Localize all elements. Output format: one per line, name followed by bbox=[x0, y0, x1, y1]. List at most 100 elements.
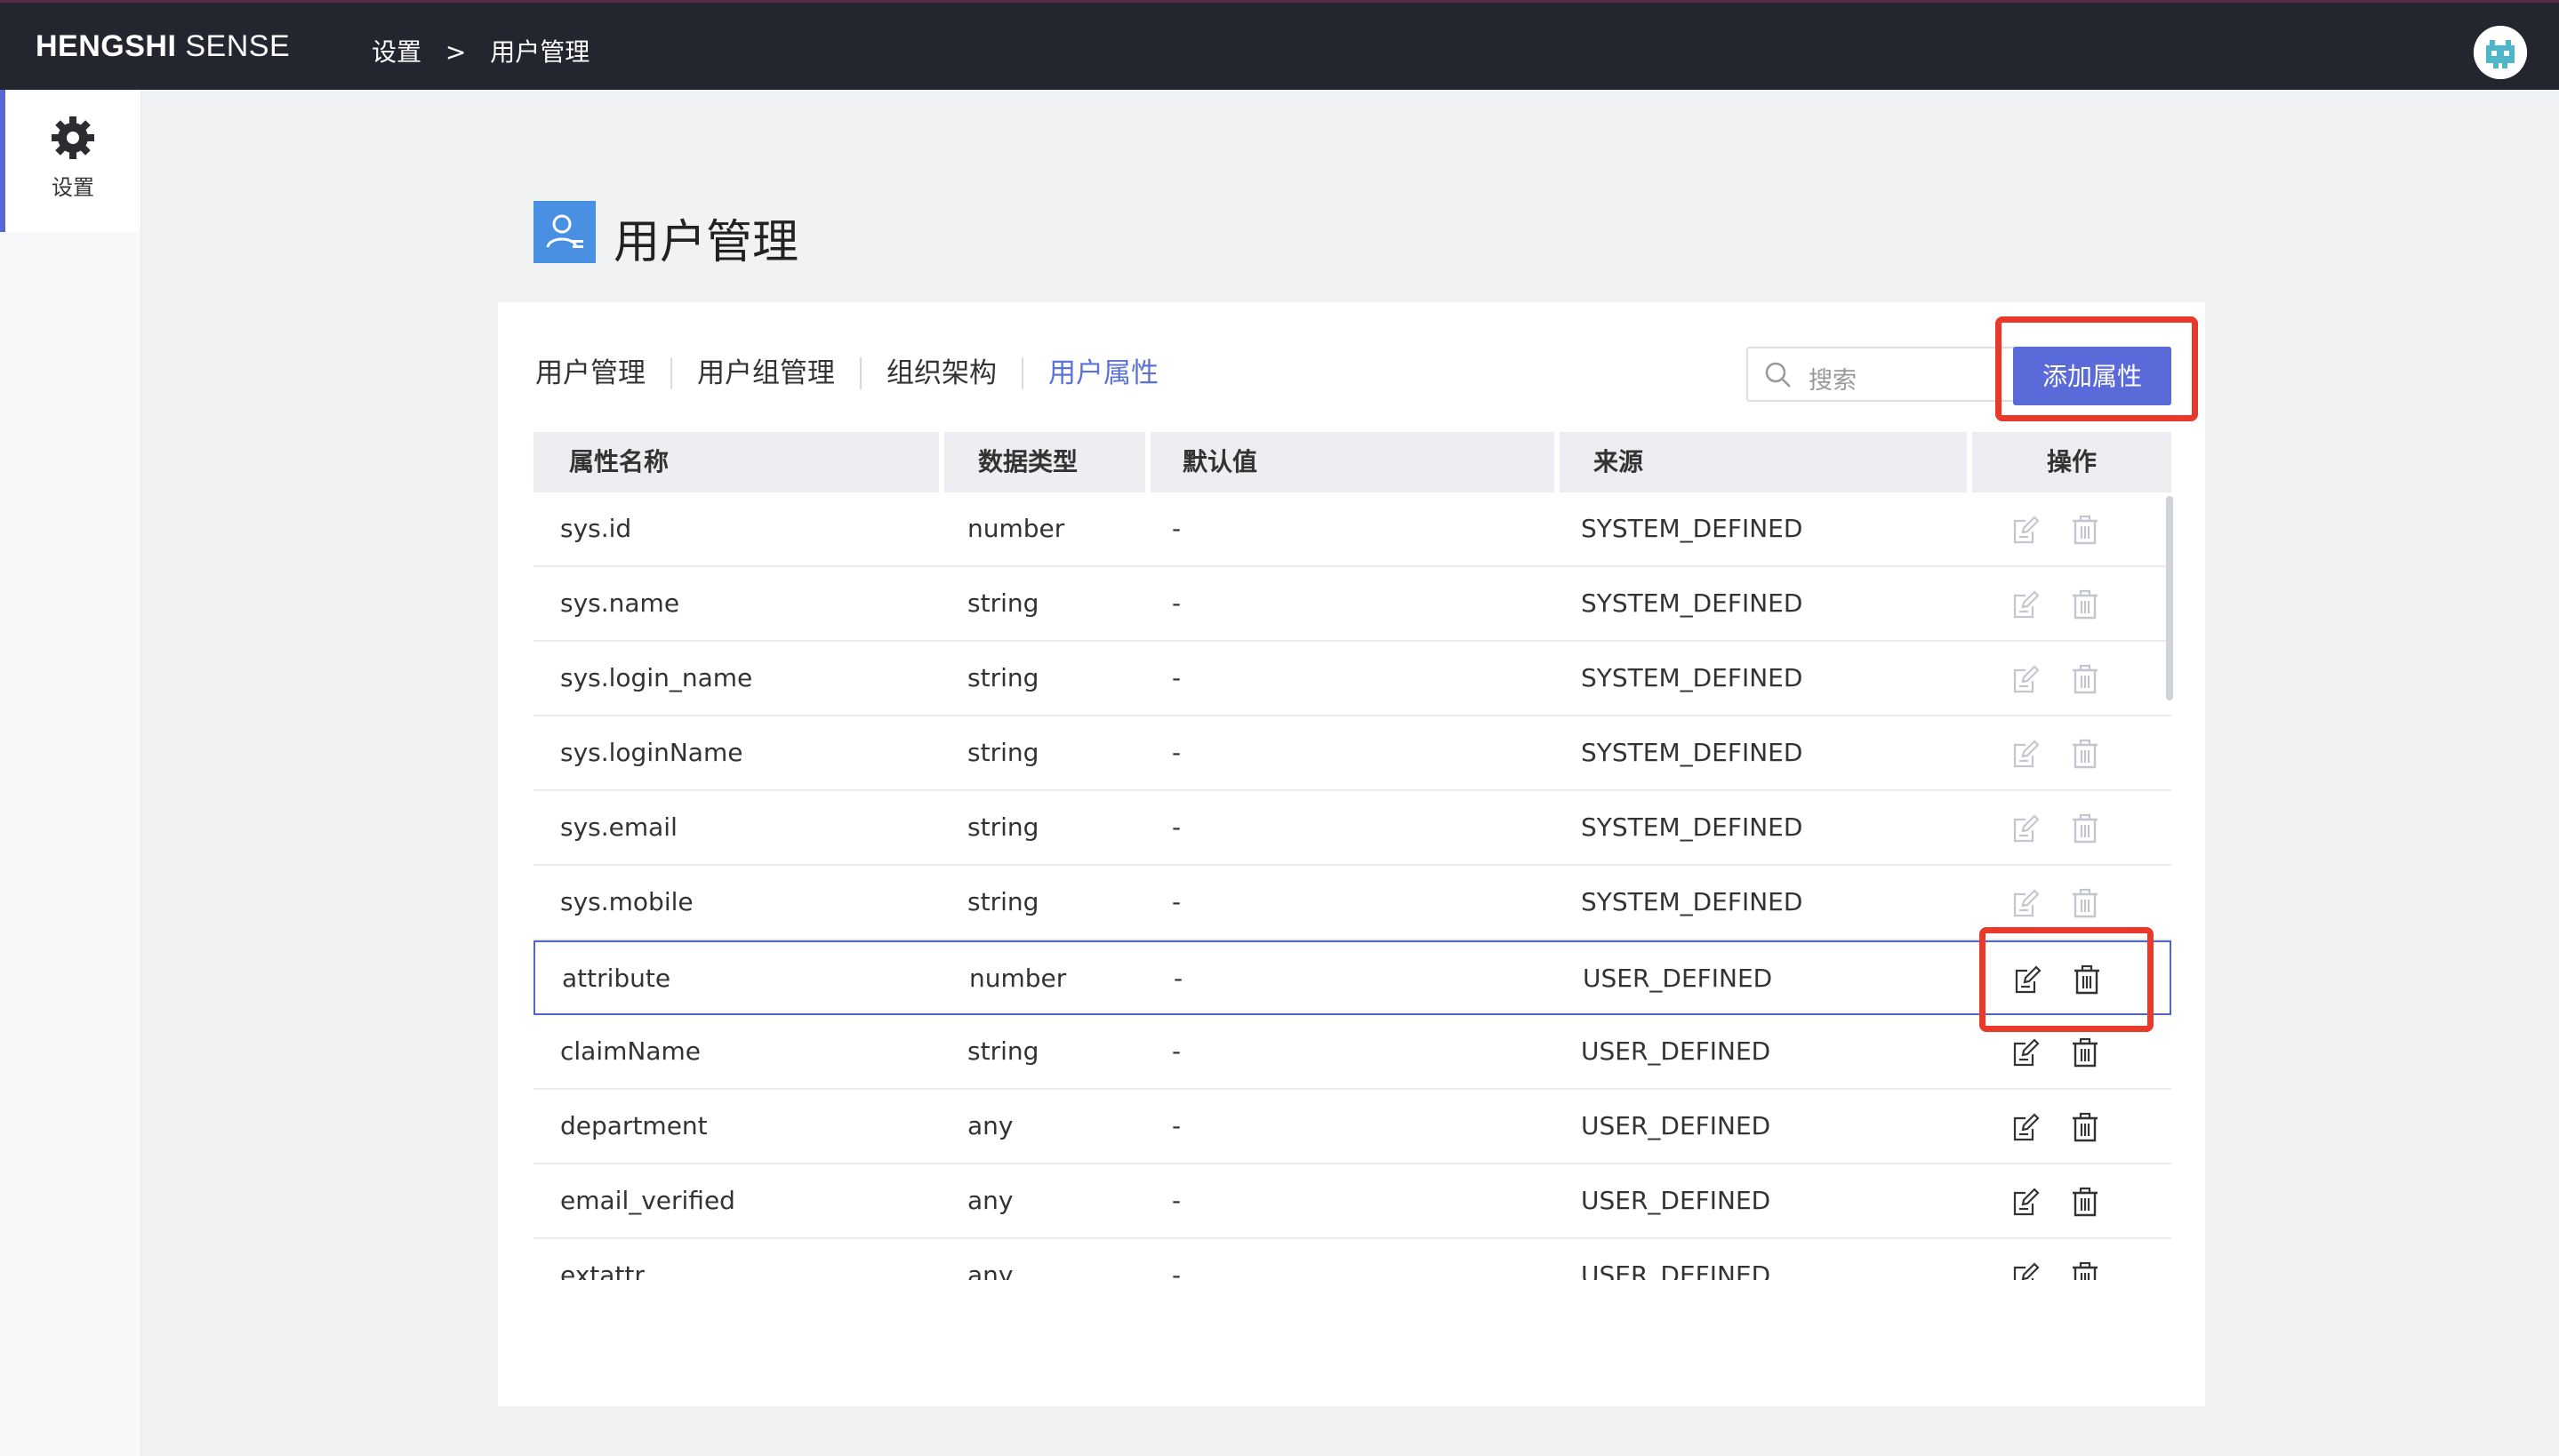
column-header-type: 数据类型 bbox=[944, 432, 1145, 492]
brand-logo[interactable]: HENGSHI SENSE bbox=[36, 29, 290, 64]
edit-icon[interactable] bbox=[2011, 514, 2042, 546]
cell-default-value: - bbox=[1172, 663, 1182, 692]
table-row[interactable]: sys.login_name string - SYSTEM_DEFINED bbox=[533, 642, 2171, 716]
sidebar-item-settings[interactable]: 设置 bbox=[0, 90, 140, 232]
cell-data-type: string bbox=[967, 1036, 1039, 1066]
breadcrumb-separator: > bbox=[445, 37, 467, 67]
edit-icon[interactable] bbox=[2011, 1186, 2042, 1218]
cell-source: SYSTEM_DEFINED bbox=[1581, 514, 1803, 543]
cell-default-value: - bbox=[1172, 588, 1182, 618]
table-row[interactable]: extattr any - USER_DEFINED bbox=[533, 1239, 2171, 1280]
cell-default-value: - bbox=[1172, 514, 1182, 543]
top-bar: HENGSHI SENSE 设置 > 用户管理 bbox=[0, 0, 2559, 90]
highlight-frame-row-actions bbox=[1979, 927, 2154, 1032]
cell-data-type: string bbox=[967, 812, 1039, 842]
cell-data-type: any bbox=[967, 1111, 1014, 1140]
trash-icon[interactable] bbox=[2070, 1111, 2100, 1143]
cell-data-type: string bbox=[967, 663, 1039, 692]
table-row[interactable]: sys.loginName string - SYSTEM_DEFINED bbox=[533, 716, 2171, 791]
cell-data-type: any bbox=[967, 1186, 1014, 1215]
table-row[interactable]: email_verified any - USER_DEFINED bbox=[533, 1164, 2171, 1239]
tab-user-attributes[interactable]: 用户属性 bbox=[1022, 357, 1183, 389]
cell-default-value: - bbox=[1172, 1036, 1182, 1066]
edit-icon[interactable] bbox=[2011, 1111, 2042, 1143]
cell-source: USER_DEFINED bbox=[1581, 1111, 1771, 1140]
trash-icon[interactable] bbox=[2070, 1036, 2100, 1068]
column-header-name: 属性名称 bbox=[533, 432, 939, 492]
cell-data-type: number bbox=[967, 514, 1065, 543]
cell-source: USER_DEFINED bbox=[1583, 964, 1773, 993]
cell-source: USER_DEFINED bbox=[1581, 1260, 1771, 1280]
table-row[interactable]: sys.mobile string - SYSTEM_DEFINED bbox=[533, 866, 2171, 940]
cell-attribute-name: sys.email bbox=[560, 812, 678, 842]
table-row[interactable]: attribute number - USER_DEFINED bbox=[533, 940, 2171, 1015]
cell-default-value: - bbox=[1172, 1186, 1182, 1215]
cell-attribute-name: sys.mobile bbox=[560, 887, 694, 916]
trash-icon[interactable] bbox=[2070, 887, 2100, 919]
content-card: 用户管理 用户组管理 组织架构 用户属性 搜索 添加属性 属性名称 数据类型 默认值 … bbox=[498, 302, 2205, 1406]
cell-attribute-name: claimName bbox=[560, 1036, 701, 1066]
page-title: 用户管理 bbox=[614, 216, 799, 269]
table-body: sys.id number - SYSTEM_DEFINED sys.name strin… bbox=[533, 492, 2171, 1280]
cell-attribute-name: sys.id bbox=[560, 514, 632, 543]
cell-data-type: any bbox=[967, 1260, 1014, 1280]
cell-attribute-name: attribute bbox=[562, 964, 671, 993]
cell-source: SYSTEM_DEFINED bbox=[1581, 663, 1803, 692]
cell-attribute-name: email_verified bbox=[560, 1186, 735, 1215]
edit-icon[interactable] bbox=[2011, 1260, 2042, 1280]
edit-icon[interactable] bbox=[2011, 887, 2042, 919]
cell-source: SYSTEM_DEFINED bbox=[1581, 738, 1803, 767]
search-placeholder: 搜索 bbox=[1809, 367, 1857, 395]
cell-default-value: - bbox=[1172, 738, 1182, 767]
highlight-frame-add-button bbox=[1995, 316, 2198, 421]
trash-icon[interactable] bbox=[2070, 1260, 2100, 1280]
column-header-source: 来源 bbox=[1560, 432, 1967, 492]
column-header-actions: 操作 bbox=[1972, 432, 2171, 492]
breadcrumb: 设置 > 用户管理 bbox=[372, 33, 590, 68]
cell-attribute-name: sys.login_name bbox=[560, 663, 753, 692]
cell-source: SYSTEM_DEFINED bbox=[1581, 887, 1803, 916]
edit-icon[interactable] bbox=[2011, 738, 2042, 770]
table-row[interactable]: department any - USER_DEFINED bbox=[533, 1090, 2171, 1164]
sidebar: 设置 bbox=[0, 90, 141, 1456]
cell-data-type: string bbox=[967, 738, 1039, 767]
cell-attribute-name: sys.loginName bbox=[560, 738, 743, 767]
cell-default-value: - bbox=[1174, 964, 1183, 993]
edit-icon[interactable] bbox=[2011, 588, 2042, 620]
tab-organization[interactable]: 组织架构 bbox=[860, 357, 1022, 389]
table-header: 属性名称 数据类型 默认值 来源 操作 bbox=[533, 432, 2171, 492]
cell-data-type: string bbox=[967, 588, 1039, 618]
cell-default-value: - bbox=[1172, 1111, 1182, 1140]
cell-data-type: number bbox=[969, 964, 1067, 993]
gear-icon bbox=[52, 116, 94, 159]
cell-default-value: - bbox=[1172, 1260, 1182, 1280]
cell-attribute-name: sys.name bbox=[560, 588, 680, 618]
trash-icon[interactable] bbox=[2070, 588, 2100, 620]
cell-default-value: - bbox=[1172, 812, 1182, 842]
edit-icon[interactable] bbox=[2011, 812, 2042, 844]
table-row[interactable]: sys.name string - SYSTEM_DEFINED bbox=[533, 567, 2171, 642]
breadcrumb-item-settings[interactable]: 设置 bbox=[372, 33, 421, 68]
trash-icon[interactable] bbox=[2070, 663, 2100, 695]
table-row[interactable]: sys.email string - SYSTEM_DEFINED bbox=[533, 791, 2171, 866]
trash-icon[interactable] bbox=[2070, 812, 2100, 844]
tab-user-group-management[interactable]: 用户组管理 bbox=[670, 357, 860, 389]
table-row[interactable]: claimName string - USER_DEFINED bbox=[533, 1015, 2171, 1090]
edit-icon[interactable] bbox=[2011, 1036, 2042, 1068]
cell-data-type: string bbox=[967, 887, 1039, 916]
trash-icon[interactable] bbox=[2070, 738, 2100, 770]
avatar[interactable] bbox=[2474, 26, 2527, 79]
scrollbar[interactable] bbox=[2166, 496, 2173, 700]
user-card-icon bbox=[533, 201, 596, 263]
cell-attribute-name: department bbox=[560, 1111, 708, 1140]
sidebar-item-label: 设置 bbox=[52, 175, 94, 200]
edit-icon[interactable] bbox=[2011, 663, 2042, 695]
search-icon bbox=[1765, 362, 1791, 388]
cell-source: USER_DEFINED bbox=[1581, 1036, 1771, 1066]
cell-source: USER_DEFINED bbox=[1581, 1186, 1771, 1215]
tab-user-management[interactable]: 用户管理 bbox=[535, 357, 670, 389]
cell-attribute-name: extattr bbox=[560, 1260, 645, 1280]
trash-icon[interactable] bbox=[2070, 1186, 2100, 1218]
table-row[interactable]: sys.id number - SYSTEM_DEFINED bbox=[533, 492, 2171, 567]
trash-icon[interactable] bbox=[2070, 514, 2100, 546]
